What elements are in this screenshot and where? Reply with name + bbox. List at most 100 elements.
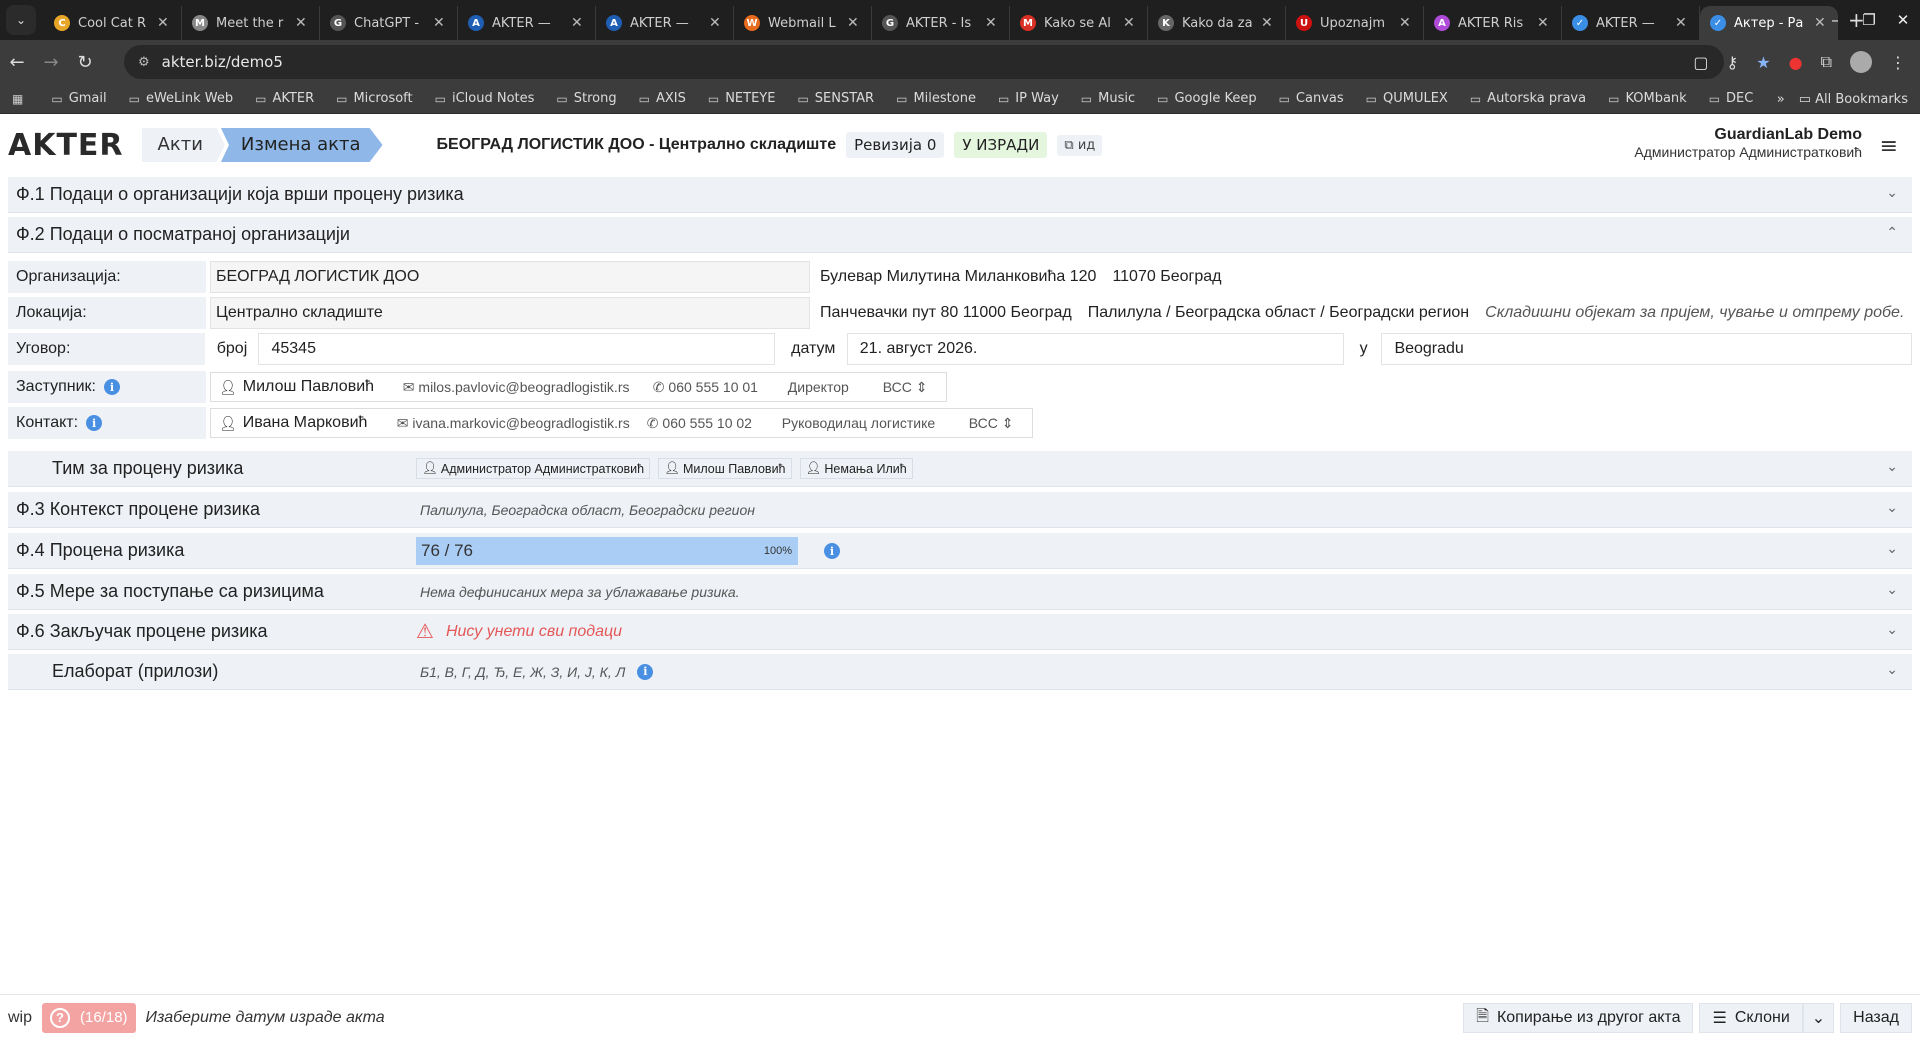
team-member-chip[interactable]: 👤︎ Немања Илић	[799, 458, 913, 479]
profile-avatar[interactable]	[1850, 51, 1872, 73]
browser-tab[interactable]: G AKTER - Is ✕	[872, 6, 1010, 40]
browser-tab[interactable]: A AKTER — ✕	[458, 6, 596, 40]
chevron-down-icon[interactable]: ⌄	[1886, 661, 1898, 678]
bookmark-item[interactable]: ▭ AXIS	[639, 91, 686, 106]
browser-tab[interactable]: A AKTER Ris ✕	[1424, 6, 1562, 40]
contact-level-select[interactable]: ВСС ⇕	[969, 415, 1024, 432]
bookmark-item[interactable]: ▭ NETEYE	[708, 91, 776, 106]
section-f3[interactable]: Ф.3 Контекст процене ризика Палилула, Бе…	[8, 492, 1912, 528]
chevron-down-icon[interactable]: ⌄	[1886, 499, 1898, 516]
browser-tab[interactable]: W Webmail L ✕	[734, 6, 872, 40]
bookmark-item[interactable]: ▭ Microsoft	[336, 91, 413, 106]
tab-close-icon[interactable]: ✕	[985, 15, 999, 31]
tab-close-icon[interactable]: ✕	[571, 15, 585, 31]
breadcrumb-edit-act[interactable]: Измена акта	[220, 128, 383, 162]
bookmark-item[interactable]: ▭ Music	[1081, 91, 1135, 106]
tab-close-icon[interactable]: ✕	[709, 15, 723, 31]
section-f1[interactable]: Ф.1 Подаци о организацији која врши проц…	[8, 177, 1912, 213]
tab-close-icon[interactable]: ✕	[157, 15, 171, 31]
location-field[interactable]: Централно складиште	[210, 297, 810, 329]
representative-card[interactable]: 👤︎ Милош Павловић ✉ milos.pavlovic@beogr…	[210, 372, 947, 402]
copy-from-act-button[interactable]: 🗎 Копирање из другог акта	[1463, 1003, 1694, 1033]
contract-number-input[interactable]: 45345	[258, 333, 776, 365]
browser-tab[interactable]: G ChatGPT - ✕	[320, 6, 458, 40]
bookmark-item[interactable]: ▭ Google Keep	[1157, 91, 1256, 106]
url-input[interactable]: ⚙ akter.biz/demo5	[124, 45, 1724, 79]
bookmark-star-icon[interactable]: ★	[1756, 53, 1770, 72]
organization-field[interactable]: БЕОГРАД ЛОГИСТИК ДОО	[210, 261, 810, 293]
reload-icon[interactable]: ↻	[68, 52, 102, 73]
back-icon[interactable]: ←	[0, 52, 34, 73]
chevron-down-icon[interactable]: ⌄	[1886, 540, 1898, 557]
bookmark-item[interactable]: ▭ iCloud Notes	[435, 91, 535, 106]
bookmark-item[interactable]: ▭ QUMULEX	[1366, 91, 1448, 106]
browser-tab[interactable]: K Kako da za ✕	[1148, 6, 1286, 40]
minimize-icon[interactable]: –	[1818, 11, 1852, 29]
info-icon[interactable]: i	[637, 663, 654, 680]
team-member-chip[interactable]: 👤︎ Милош Павловић	[658, 458, 792, 479]
chevron-down-icon[interactable]: ⌄	[1886, 621, 1898, 638]
collapse-dropdown-button[interactable]: ⌄	[1802, 1003, 1835, 1033]
bookmark-item[interactable]: ▭ Autorska prava	[1470, 91, 1586, 106]
bookmark-item[interactable]: ▭ eWeLink Web	[129, 91, 234, 106]
chevron-down-icon[interactable]: ⌄	[1886, 184, 1898, 201]
extensions-icon[interactable]: ⧉	[1821, 52, 1832, 72]
chevron-down-icon[interactable]: ⌄	[1886, 581, 1898, 598]
bookmark-item[interactable]: ▭ Milestone	[896, 91, 976, 106]
section-elaborat[interactable]: Елаборат (прилози) Б1, В, Г, Д, Ђ, Е, Ж,…	[8, 654, 1912, 690]
contract-place-input[interactable]: Beogradu	[1381, 333, 1912, 365]
info-icon[interactable]: i	[103, 379, 120, 395]
back-button[interactable]: Назад	[1840, 1003, 1912, 1033]
section-f2[interactable]: Ф.2 Подаци о посматраној организацији ⌃	[8, 217, 1912, 253]
close-window-icon[interactable]: ✕	[1886, 11, 1920, 29]
extension-red-icon[interactable]: ●	[1789, 53, 1803, 72]
forward-icon[interactable]: →	[34, 52, 68, 73]
more-bookmarks-icon[interactable]: »	[1777, 92, 1785, 107]
browser-tab[interactable]: M Kako se Al ✕	[1010, 6, 1148, 40]
browser-tab[interactable]: C Cool Cat R ✕	[44, 6, 182, 40]
bookmark-item[interactable]: ▭ AKTER	[255, 91, 314, 106]
copy-id-button[interactable]: ⧉ ид	[1057, 134, 1103, 156]
tab-close-icon[interactable]: ✕	[1399, 15, 1413, 31]
key-icon[interactable]: ⚷	[1727, 53, 1739, 72]
bookmark-item[interactable]: ▭ Canvas	[1279, 91, 1344, 106]
akter-logo[interactable]: AKTER	[8, 128, 124, 163]
section-f6[interactable]: Ф.6 Закључак процене ризика ⚠ Нису унети …	[8, 614, 1912, 650]
tab-close-icon[interactable]: ✕	[1123, 15, 1137, 31]
chevron-down-icon[interactable]: ⌄	[1886, 458, 1898, 475]
tab-close-icon[interactable]: ✕	[1537, 15, 1551, 31]
maximize-icon[interactable]: ❐	[1852, 11, 1886, 29]
section-f4[interactable]: Ф.4 Процена ризика 76 / 76 100% i ⌄	[8, 533, 1912, 569]
bookmark-item[interactable]: ▭ Strong	[556, 91, 616, 106]
section-f5[interactable]: Ф.5 Мере за поступање са ризицима Нема д…	[8, 574, 1912, 610]
user-info[interactable]: GuardianLab Demo Администратор Администр…	[1634, 126, 1862, 160]
apps-icon[interactable]: ▦	[12, 92, 29, 106]
browser-tab[interactable]: A AKTER — ✕	[596, 6, 734, 40]
browser-tab[interactable]: ✓ AKTER — ✕	[1562, 6, 1700, 40]
representative-level-select[interactable]: ВСС ⇕	[883, 379, 938, 396]
site-info-icon[interactable]: ⚙	[138, 55, 150, 70]
tab-list-button[interactable]: ⌄	[6, 5, 36, 35]
info-icon[interactable]: i	[86, 415, 103, 431]
browser-tab[interactable]: U Upoznajm ✕	[1286, 6, 1424, 40]
bookmark-item[interactable]: ▭ KOMbank	[1608, 91, 1687, 106]
tab-close-icon[interactable]: ✕	[1261, 15, 1275, 31]
bookmark-item[interactable]: ▭ IP Way	[998, 91, 1059, 106]
all-bookmarks[interactable]: ▭ All Bookmarks	[1799, 92, 1908, 107]
bookmark-item[interactable]: ▭ SENSTAR	[797, 91, 874, 106]
section-team[interactable]: Тим за процену ризика 👤︎ Администратор Ад…	[8, 451, 1912, 487]
save-page-icon[interactable]: ▢	[1693, 53, 1708, 72]
bookmark-item[interactable]: ▭ Gmail	[51, 91, 106, 106]
progress-badge[interactable]: ? (16/18)	[42, 1002, 136, 1033]
hamburger-menu-icon[interactable]: ≡	[1880, 134, 1898, 159]
chevron-up-icon[interactable]: ⌃	[1886, 224, 1898, 241]
tab-close-icon[interactable]: ✕	[433, 15, 447, 31]
tab-close-icon[interactable]: ✕	[847, 15, 861, 31]
contact-card[interactable]: 👤︎ Ивана Марковић ✉ ivana.markovic@beogr…	[210, 408, 1033, 438]
tab-close-icon[interactable]: ✕	[1675, 15, 1689, 31]
browser-menu-icon[interactable]: ⋮	[1890, 53, 1906, 72]
info-icon[interactable]: i	[824, 543, 840, 559]
browser-tab[interactable]: M Meet the r ✕	[182, 6, 320, 40]
bookmark-item[interactable]: ▭ DEC	[1709, 91, 1754, 106]
contract-date-input[interactable]: 21. август 2026.	[846, 333, 1344, 365]
